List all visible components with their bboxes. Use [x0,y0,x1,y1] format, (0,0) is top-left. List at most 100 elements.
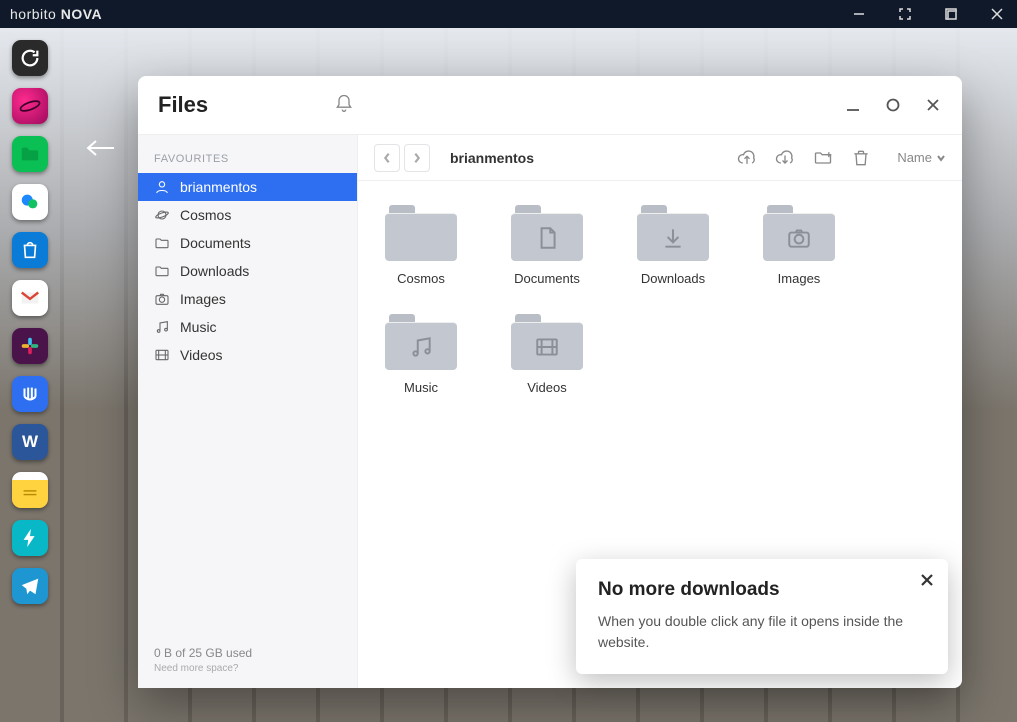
chat-icon [19,191,41,213]
dock-app-files[interactable] [12,136,48,172]
folder-icon [385,205,457,261]
close-button[interactable] [924,96,942,114]
download-button[interactable] [771,144,799,172]
toast-close-button[interactable] [920,573,934,592]
dock-app-planet[interactable] [12,88,48,124]
folder-item[interactable]: Cosmos [374,205,468,286]
music-icon [408,334,434,360]
close-icon [920,573,934,587]
dock-app-word[interactable]: W [12,424,48,460]
video-icon [154,347,170,363]
dock-app-gmail[interactable] [12,280,48,316]
sidebar-item-label: Music [180,319,217,335]
sort-label: Name [897,150,932,165]
dock-app-slack[interactable] [12,328,48,364]
brand: horbito NOVA [10,6,102,22]
window-minimize-button[interactable] [849,4,869,24]
os-window-controls [849,4,1007,24]
folder-icon [511,205,583,261]
toolbar: brianmentos Name [358,135,962,181]
storage-upsell-link[interactable]: Need more space? [154,663,341,674]
window-controls [844,96,942,114]
sidebar-item-brianmentos[interactable]: brianmentos [138,173,357,201]
folder-label: Music [404,380,438,395]
sidebar-item-label: Documents [180,235,251,251]
bell-icon [334,93,354,113]
folder-item[interactable]: Music [374,314,468,395]
sort-dropdown[interactable]: Name [897,150,946,165]
window-header: Files [138,76,962,134]
folder-item[interactable]: Videos [500,314,594,395]
folder-icon [154,263,170,279]
window-fullscreen-button[interactable] [895,4,915,24]
slack-icon [19,335,41,357]
dock: W [12,40,48,604]
folder-icon [637,205,709,261]
nav-forward-button[interactable] [404,144,430,172]
dock-app-telegram[interactable] [12,568,48,604]
files-window: Files FAVOURITES brianmentos Cosmos D [138,76,962,688]
bolt-icon [19,527,41,549]
nav-back-button[interactable] [374,144,400,172]
dock-app-chat[interactable] [12,184,48,220]
chevron-down-icon [936,153,946,163]
notification-toast: No more downloads When you double click … [576,559,948,674]
sidebar-item-documents[interactable]: Documents [138,229,357,257]
folder-icon [763,205,835,261]
camera-icon [786,225,812,251]
sidebar-item-videos[interactable]: Videos [138,341,357,369]
download-icon [660,225,686,251]
folder-item[interactable]: Downloads [626,205,720,286]
dock-app-refresh[interactable] [12,40,48,76]
sidebar-item-images[interactable]: Images [138,285,357,313]
planet-icon [19,95,41,117]
sidebar-item-label: Videos [180,347,223,363]
upload-button[interactable] [733,144,761,172]
camera-icon [154,291,170,307]
sidebar-item-label: brianmentos [180,179,257,195]
trash-icon [851,148,871,168]
cloud-upload-icon [737,148,757,168]
toast-body: When you double click any file it opens … [598,611,926,652]
music-icon [154,319,170,335]
refresh-icon [19,47,41,69]
window-maximize-button[interactable] [941,4,961,24]
video-icon [534,334,560,360]
folder-icon [154,235,170,251]
maximize-button[interactable] [884,96,902,114]
dock-app-store[interactable] [12,232,48,268]
notifications-button[interactable] [334,93,354,118]
window-title: Files [158,92,208,118]
sidebar-section-label: FAVOURITES [138,145,357,173]
new-folder-button[interactable] [809,144,837,172]
folder-label: Videos [527,380,567,395]
folder-item[interactable]: Images [752,205,846,286]
folder-plus-icon [813,148,833,168]
dock-app-intercom[interactable] [12,376,48,412]
dock-app-power[interactable] [12,520,48,556]
sidebar-item-label: Downloads [180,263,249,279]
dock-app-notes[interactable] [12,472,48,508]
planet-icon [154,207,170,223]
sidebar-item-label: Cosmos [180,207,231,223]
folder-icon [511,314,583,370]
gmail-icon [19,287,41,309]
folder-label: Cosmos [397,271,445,286]
sidebar-item-downloads[interactable]: Downloads [138,257,357,285]
back-arrow-indicator [86,138,116,163]
sidebar-item-cosmos[interactable]: Cosmos [138,201,357,229]
sidebar: FAVOURITES brianmentos Cosmos Documents … [138,135,358,688]
minimize-button[interactable] [844,96,862,114]
sidebar-item-label: Images [180,291,226,307]
document-icon [534,225,560,251]
breadcrumb: brianmentos [450,150,534,166]
sidebar-item-music[interactable]: Music [138,313,357,341]
folder-item[interactable]: Documents [500,205,594,286]
folder-label: Documents [514,271,580,286]
brand-prefix: horbito [10,6,56,22]
toast-title: No more downloads [598,579,926,601]
intercom-icon [19,383,41,405]
os-titlebar: horbito NOVA [0,0,1017,28]
delete-button[interactable] [847,144,875,172]
window-close-button[interactable] [987,4,1007,24]
